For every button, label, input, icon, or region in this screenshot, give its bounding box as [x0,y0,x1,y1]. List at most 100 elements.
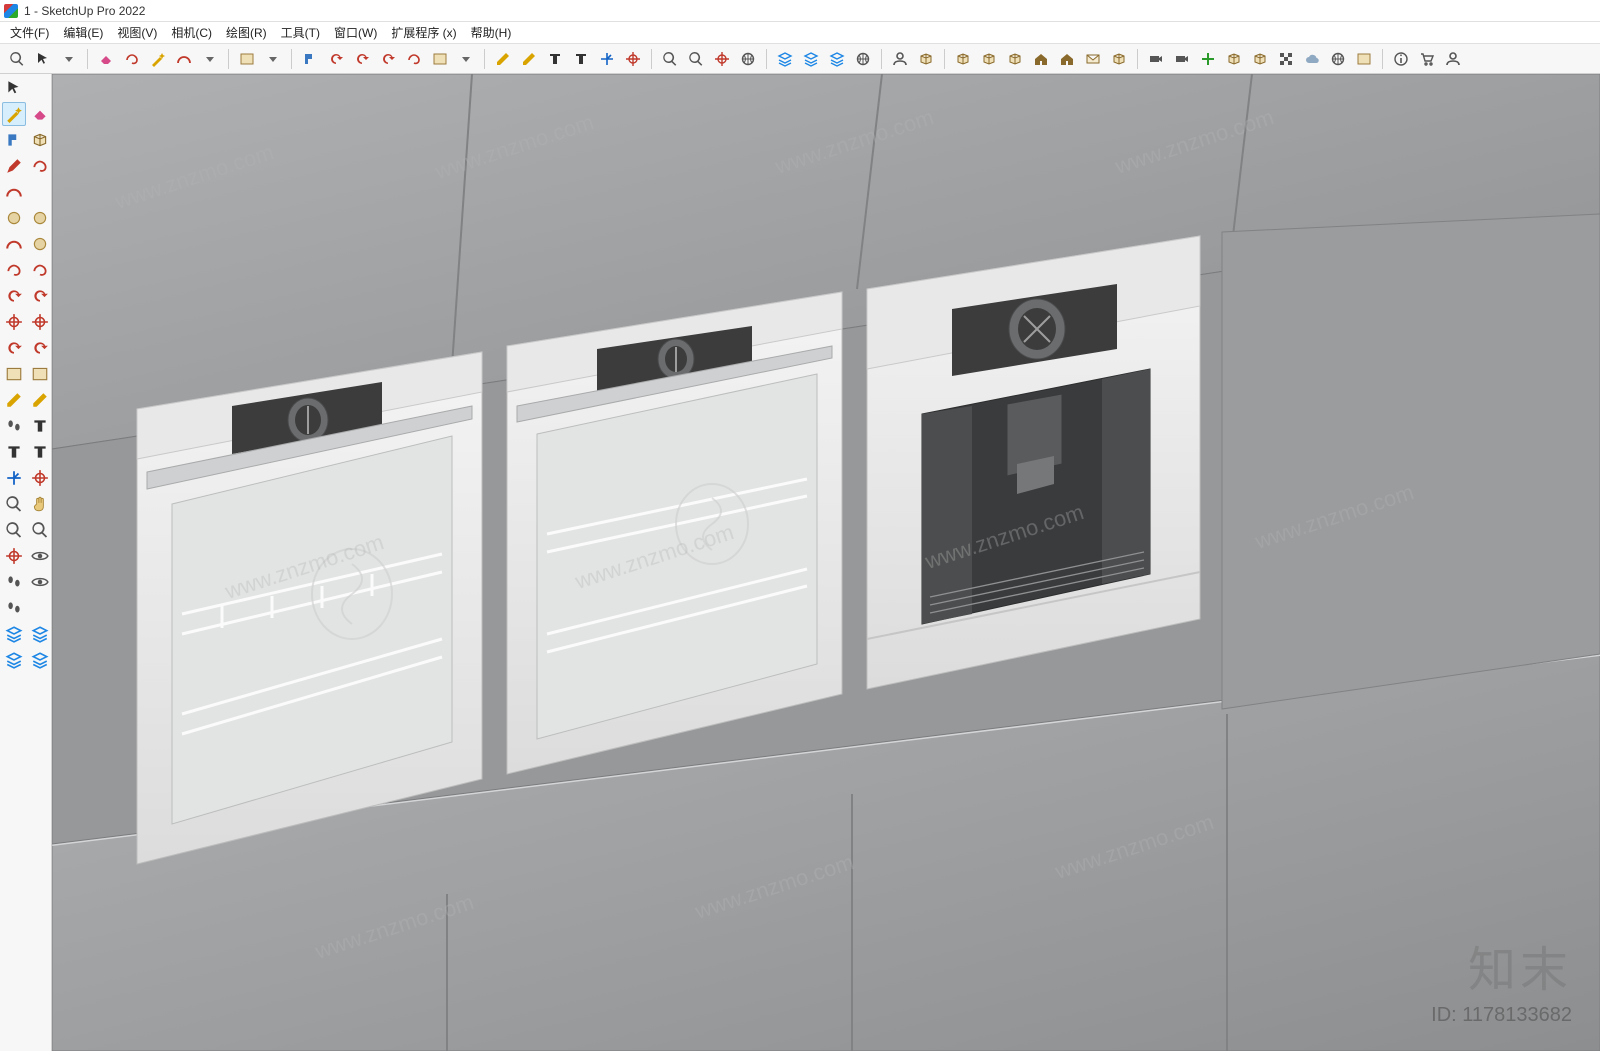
avatar-icon[interactable] [1442,48,1464,70]
file-icon[interactable] [1223,48,1245,70]
home-outline-icon[interactable] [1056,48,1078,70]
eraser-icon[interactable] [95,48,117,70]
select-icon[interactable] [32,48,54,70]
refresh-b-icon[interactable] [28,336,52,360]
lasso-icon[interactable] [121,48,143,70]
menu-ext[interactable]: 扩展程序 (x) [385,22,462,43]
stamp-icon[interactable] [2,128,26,152]
camera-icon[interactable] [1145,48,1167,70]
rotate-b-icon[interactable] [28,284,52,308]
globe-icon[interactable] [852,48,874,70]
layers-a-icon[interactable] [774,48,796,70]
cart-icon[interactable] [1416,48,1438,70]
layers-c-icon[interactable] [2,648,26,672]
ruler-b-icon[interactable] [28,388,52,412]
menu-draw[interactable]: 绘图(R) [220,22,273,43]
rect-icon[interactable] [236,48,258,70]
cube-icon[interactable] [1249,48,1271,70]
select-arrow-icon[interactable] [2,76,26,100]
layers-b-icon[interactable] [800,48,822,70]
dropdown-icon[interactable] [455,48,477,70]
add-icon[interactable] [1197,48,1219,70]
sync-icon[interactable] [351,48,373,70]
axes-tool-icon[interactable] [2,466,26,490]
eye-icon[interactable] [28,544,52,568]
rotate-arrow-icon[interactable] [325,48,347,70]
info-icon[interactable] [1390,48,1412,70]
circle-tan-icon[interactable] [2,206,26,230]
menu-help[interactable]: 帮助(H) [465,22,518,43]
checkers-icon[interactable] [1275,48,1297,70]
crosshair-tool-icon[interactable] [2,544,26,568]
s-curve-icon[interactable] [2,258,26,282]
menu-window[interactable]: 窗口(W) [328,22,383,43]
circle-arrows-icon[interactable] [377,48,399,70]
envelope-icon[interactable] [1082,48,1104,70]
sheet-icon[interactable] [2,362,26,386]
hand-pan-icon[interactable] [28,492,52,516]
wand-icon[interactable] [147,48,169,70]
arc-icon[interactable] [173,48,195,70]
gift-icon[interactable] [1108,48,1130,70]
zoom-icon[interactable] [685,48,707,70]
arc-red-icon[interactable] [2,180,26,204]
cube-tool-icon[interactable] [28,128,52,152]
measure-icon[interactable] [2,570,26,594]
footprints-icon[interactable] [2,596,26,620]
text-box-icon[interactable] [570,48,592,70]
eye-b-icon[interactable] [28,570,52,594]
pencil-line-icon[interactable] [2,154,26,178]
half-circle-icon[interactable] [2,232,26,256]
pentagon-icon[interactable] [28,232,52,256]
home-icon[interactable] [1030,48,1052,70]
dropdown-icon[interactable] [58,48,80,70]
pin-a-icon[interactable] [2,414,26,438]
paste-icon[interactable] [28,362,52,386]
layers-b-icon[interactable] [28,622,52,646]
s-curve-b-icon[interactable] [28,258,52,282]
sheet-icon[interactable] [429,48,451,70]
crosshairs-icon[interactable] [2,310,26,334]
rotate-curve-icon[interactable] [403,48,425,70]
refresh-a-icon[interactable] [2,336,26,360]
briefcase-icon[interactable] [1004,48,1026,70]
layers-d-icon[interactable] [28,648,52,672]
ruler-icon[interactable] [492,48,514,70]
search-icon[interactable] [6,48,28,70]
menu-edit[interactable]: 编辑(E) [57,22,109,43]
a-box-icon[interactable] [2,440,26,464]
box-b-icon[interactable] [952,48,974,70]
paint-icon[interactable] [299,48,321,70]
menu-tools[interactable]: 工具(T) [275,22,326,43]
axes-icon[interactable] [596,48,618,70]
sun-icon[interactable] [1327,48,1349,70]
target-red-icon[interactable] [28,310,52,334]
window-icon[interactable] [1353,48,1375,70]
layers-c-icon[interactable] [826,48,848,70]
menu-view[interactable]: 视图(V) [111,22,163,43]
cloud-icon[interactable] [1301,48,1323,70]
book-icon[interactable] [978,48,1000,70]
menu-camera[interactable]: 相机(C) [165,22,218,43]
eraser-icon[interactable] [28,102,52,126]
menu-file[interactable]: 文件(F) [4,22,55,43]
poly-tan-icon[interactable] [28,206,52,230]
zoom-wand-icon[interactable] [2,492,26,516]
rotate-a-icon[interactable] [2,284,26,308]
cut-plane-icon[interactable] [622,48,644,70]
video-icon[interactable] [1171,48,1193,70]
text-label-icon[interactable] [544,48,566,70]
layers-a-icon[interactable] [2,622,26,646]
ruler-square-icon[interactable] [518,48,540,70]
magnify-icon[interactable] [2,518,26,542]
text-label-icon[interactable] [28,414,52,438]
wand-tool-icon[interactable] [2,102,26,126]
ruler-a-icon[interactable] [2,388,26,412]
magnify-b-icon[interactable] [28,518,52,542]
zoom-pencil-icon[interactable] [659,48,681,70]
target-icon[interactable] [711,48,733,70]
cut-plane-tool-icon[interactable] [28,466,52,490]
box-a-icon[interactable] [915,48,937,70]
person-outline-icon[interactable] [889,48,911,70]
gear-icon[interactable] [737,48,759,70]
